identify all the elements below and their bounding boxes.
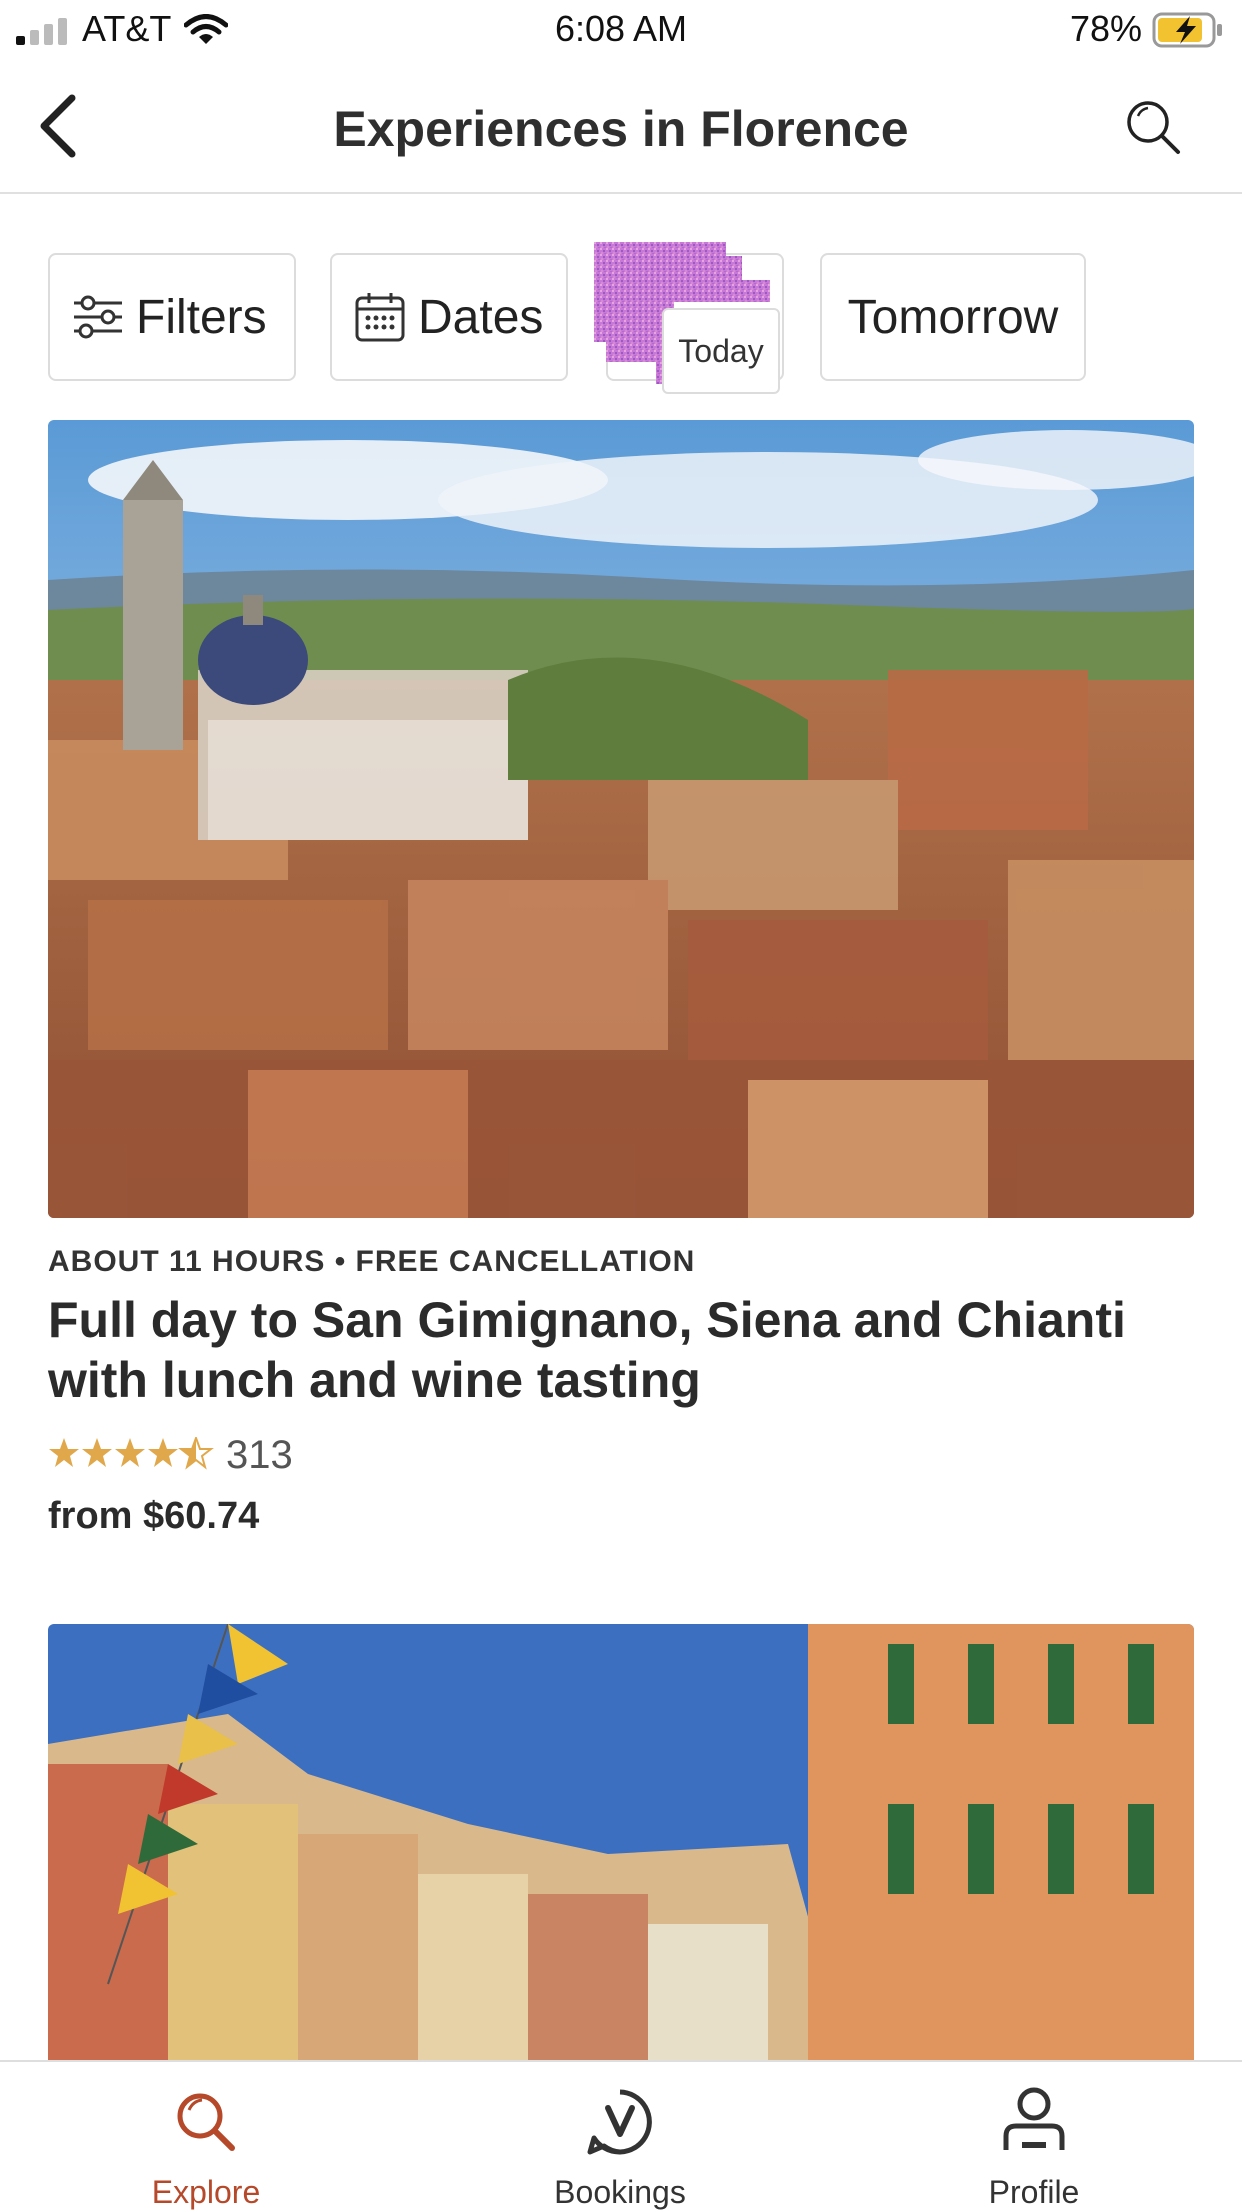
- navigation-header: Experiences in Florence: [0, 60, 1242, 194]
- tab-bookings-label: Bookings: [554, 2174, 686, 2210]
- experience-image[interactable]: [48, 420, 1194, 1218]
- today-label: Today: [678, 332, 764, 369]
- status-bar: AT&T 6:08 AM 78%: [0, 0, 1242, 60]
- status-time: 6:08 AM: [554, 8, 688, 49]
- filters-label: Filters: [136, 290, 267, 344]
- tomorrow-button[interactable]: Tomorrow: [820, 253, 1086, 381]
- star-rating-icon: [49, 1437, 212, 1468]
- tab-profile-label: Profile: [988, 2174, 1080, 2210]
- tomorrow-label: Tomorrow: [847, 290, 1059, 344]
- bookings-icon: [587, 2089, 652, 2155]
- rating-count: 313: [226, 1432, 293, 1477]
- siena-cityscape-image: [48, 420, 1194, 1218]
- coastal-village-image: [48, 1624, 1194, 2062]
- search-icon[interactable]: [1124, 98, 1182, 156]
- tab-explore-label: Explore: [151, 2174, 261, 2210]
- bottom-tab-bar: Explore Bookings Profile: [0, 2060, 1242, 2210]
- calendar-icon: [355, 293, 405, 342]
- tab-explore[interactable]: Explore: [56, 2062, 356, 2210]
- profile-icon: [1003, 2087, 1065, 2150]
- tab-bookings[interactable]: Bookings: [470, 2062, 770, 2210]
- dates-label: Dates: [418, 290, 544, 344]
- sliders-icon: [74, 295, 122, 339]
- dates-button[interactable]: Dates: [330, 253, 568, 381]
- experience-meta: ABOUT 11 HOURS • FREE CANCELLATION: [48, 1245, 696, 1278]
- battery-charging-icon: [1152, 12, 1222, 48]
- page-title: Experiences in Florence: [333, 101, 909, 157]
- rating-row: 313: [48, 1430, 293, 1480]
- explore-icon: [177, 2093, 235, 2151]
- experience-title[interactable]: Full day to San Gimignano, Siena and Chi…: [48, 1290, 1178, 1410]
- tab-profile[interactable]: Profile: [884, 2062, 1184, 2210]
- experience-image-2[interactable]: [48, 1624, 1194, 2062]
- battery-percentage: 78%: [1070, 8, 1143, 49]
- today-button[interactable]: Today: [662, 308, 780, 394]
- filters-button[interactable]: Filters: [48, 253, 296, 381]
- experience-price: from $60.74: [48, 1495, 260, 1537]
